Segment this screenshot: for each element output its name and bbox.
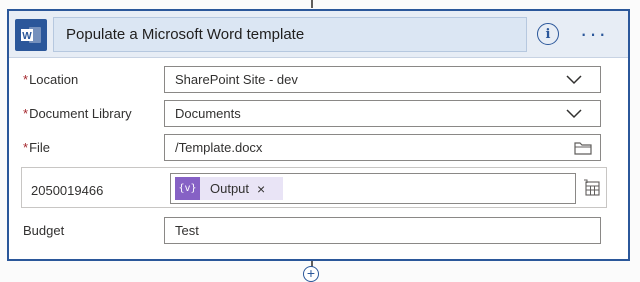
library-dropdown[interactable]: Documents [164, 100, 601, 127]
chevron-down-icon [566, 109, 582, 119]
action-card-header[interactable]: W Populate a Microsoft Word template i ·… [9, 11, 628, 58]
variable-icon: {v} [175, 177, 200, 200]
word-icon: W [15, 19, 47, 51]
action-card: W Populate a Microsoft Word template i ·… [7, 9, 630, 261]
output-token[interactable]: {v} Output × [175, 177, 283, 200]
svg-text:W: W [22, 31, 32, 42]
action-title-text: Populate a Microsoft Word template [66, 26, 305, 43]
dynamic-field-input[interactable]: {v} Output × [170, 173, 576, 204]
info-button[interactable]: i [537, 23, 559, 45]
table-icon[interactable] [583, 179, 601, 197]
location-label: *Location [23, 72, 78, 87]
budget-input[interactable]: Test [164, 217, 601, 244]
required-mark: * [23, 140, 29, 155]
location-value: SharePoint Site - dev [175, 72, 298, 87]
file-input[interactable]: /Template.docx [164, 134, 601, 161]
library-label: *Document Library [23, 106, 132, 121]
plus-icon: + [306, 265, 316, 281]
folder-icon[interactable] [574, 141, 592, 155]
required-mark: * [23, 72, 29, 87]
more-icon: ··· [580, 21, 608, 46]
connector-line-top [311, 0, 313, 8]
location-dropdown[interactable]: SharePoint Site - dev [164, 66, 601, 93]
token-remove-button[interactable]: × [257, 181, 265, 197]
required-mark: * [23, 106, 29, 121]
library-value: Documents [175, 106, 241, 121]
action-title[interactable]: Populate a Microsoft Word template [53, 17, 527, 52]
file-label-text: File [29, 140, 51, 155]
more-options-button[interactable]: ··· [579, 21, 609, 46]
library-label-text: Document Library [29, 106, 132, 121]
location-label-text: Location [29, 72, 79, 87]
dynamic-field-label: 2050019466 [31, 183, 104, 198]
chevron-down-icon [566, 75, 582, 85]
file-label: *File [23, 140, 50, 155]
budget-value: Test [175, 223, 199, 238]
file-value: /Template.docx [175, 140, 263, 155]
info-icon: i [545, 26, 551, 42]
token-label: Output [210, 181, 250, 196]
budget-label: Budget [23, 223, 65, 238]
